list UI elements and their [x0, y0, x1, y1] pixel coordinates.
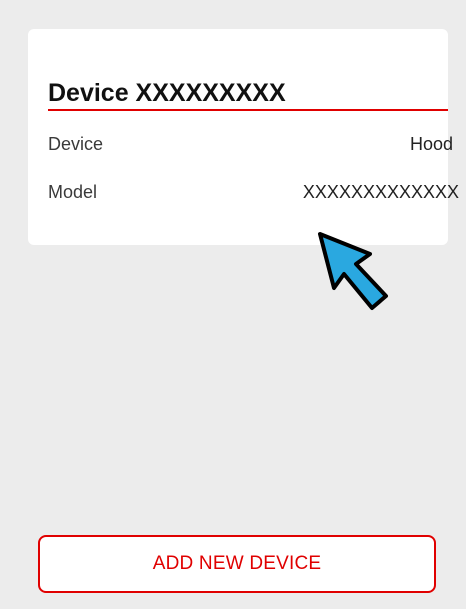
- device-card[interactable]: Device XXXXXXXXX Device Hood Model XXXXX…: [28, 29, 459, 245]
- title-divider: [48, 109, 448, 111]
- device-model-row: Model XXXXXXXXXXXXX: [48, 182, 459, 208]
- device-model-label: Model: [48, 182, 98, 202]
- add-new-device-button[interactable]: ADD NEW DEVICE: [38, 535, 436, 593]
- arrow-pointer-icon: [318, 232, 388, 310]
- device-model-value: XXXXXXXXXXXXX: [302, 182, 459, 202]
- device-type-value: Hood: [409, 134, 453, 154]
- device-card-title: Device XXXXXXXXX: [48, 79, 286, 107]
- device-type-row: Device Hood: [48, 134, 453, 160]
- device-type-label: Device: [48, 134, 104, 154]
